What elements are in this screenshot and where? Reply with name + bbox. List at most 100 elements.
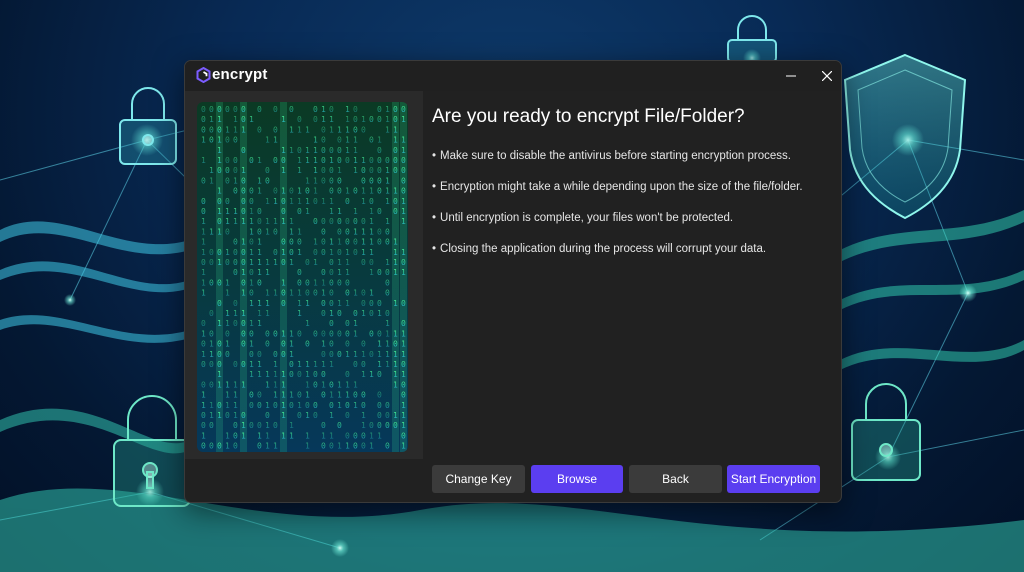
svg-text:1: 1 xyxy=(201,401,206,410)
svg-text:1: 1 xyxy=(393,187,398,196)
svg-text:1: 1 xyxy=(249,370,254,379)
svg-text:1: 1 xyxy=(217,258,222,267)
svg-text:1: 1 xyxy=(329,156,334,165)
svg-text:1: 1 xyxy=(305,299,310,308)
svg-text:1: 1 xyxy=(225,380,230,389)
svg-text:1: 1 xyxy=(385,350,390,359)
svg-text:1: 1 xyxy=(201,289,206,298)
svg-text:1: 1 xyxy=(313,238,318,247)
close-button[interactable] xyxy=(807,61,841,91)
svg-text:1: 1 xyxy=(225,217,230,226)
svg-text:1: 1 xyxy=(257,268,262,277)
svg-text:0: 0 xyxy=(393,146,398,155)
svg-text:0: 0 xyxy=(361,125,366,134)
encrypt-logo-icon xyxy=(196,67,211,83)
svg-text:1: 1 xyxy=(305,442,310,451)
svg-text:1: 1 xyxy=(385,105,390,114)
change-key-button[interactable]: Change Key xyxy=(432,465,525,493)
back-button[interactable]: Back xyxy=(629,465,722,493)
svg-text:1: 1 xyxy=(257,299,262,308)
svg-text:0: 0 xyxy=(369,115,374,124)
svg-text:0: 0 xyxy=(249,421,254,430)
svg-text:0: 0 xyxy=(321,125,326,134)
svg-text:1: 1 xyxy=(297,401,302,410)
svg-text:1: 1 xyxy=(281,278,286,287)
svg-text:1: 1 xyxy=(281,370,286,379)
svg-text:0: 0 xyxy=(297,238,302,247)
svg-text:0: 0 xyxy=(401,360,406,369)
svg-text:1: 1 xyxy=(337,258,342,267)
svg-text:1: 1 xyxy=(385,187,390,196)
svg-text:1: 1 xyxy=(273,370,278,379)
svg-text:1: 1 xyxy=(353,227,358,236)
svg-text:1: 1 xyxy=(233,115,238,124)
svg-text:0: 0 xyxy=(241,340,246,349)
svg-text:0: 0 xyxy=(353,115,358,124)
svg-text:1: 1 xyxy=(249,319,254,328)
minimize-button[interactable] xyxy=(771,61,811,91)
svg-text:0: 0 xyxy=(209,309,214,318)
svg-text:0: 0 xyxy=(377,391,382,400)
svg-text:1: 1 xyxy=(201,391,206,400)
svg-text:1: 1 xyxy=(281,411,286,420)
svg-text:0: 0 xyxy=(353,309,358,318)
svg-text:0: 0 xyxy=(401,166,406,175)
svg-text:0: 0 xyxy=(209,105,214,114)
svg-text:0: 0 xyxy=(385,268,390,277)
svg-text:1: 1 xyxy=(249,340,254,349)
svg-text:1: 1 xyxy=(313,360,318,369)
svg-text:1: 1 xyxy=(265,380,270,389)
svg-text:0: 0 xyxy=(393,197,398,206)
svg-text:1: 1 xyxy=(217,156,222,165)
svg-text:1: 1 xyxy=(337,401,342,410)
svg-text:0: 0 xyxy=(225,166,230,175)
browse-button[interactable]: Browse xyxy=(531,465,623,493)
svg-text:1: 1 xyxy=(321,360,326,369)
svg-text:0: 0 xyxy=(305,340,310,349)
svg-text:0: 0 xyxy=(297,278,302,287)
svg-text:1: 1 xyxy=(273,197,278,206)
svg-text:0: 0 xyxy=(201,380,206,389)
svg-text:0: 0 xyxy=(329,278,334,287)
svg-text:1: 1 xyxy=(265,258,270,267)
svg-text:1: 1 xyxy=(209,411,214,420)
svg-text:1: 1 xyxy=(241,380,246,389)
svg-text:0: 0 xyxy=(209,360,214,369)
svg-text:0: 0 xyxy=(305,278,310,287)
svg-text:0: 0 xyxy=(297,329,302,338)
svg-text:0: 0 xyxy=(257,105,262,114)
svg-text:1: 1 xyxy=(225,431,230,440)
svg-text:1: 1 xyxy=(305,146,310,155)
svg-text:1: 1 xyxy=(369,187,374,196)
svg-text:1: 1 xyxy=(321,278,326,287)
svg-text:1: 1 xyxy=(329,411,334,420)
svg-text:1: 1 xyxy=(313,258,318,267)
svg-text:0: 0 xyxy=(217,278,222,287)
svg-text:1: 1 xyxy=(249,360,254,369)
svg-text:1: 1 xyxy=(337,207,342,216)
start-encryption-button[interactable]: Start Encryption xyxy=(727,465,820,493)
svg-text:1: 1 xyxy=(337,268,342,277)
svg-text:0: 0 xyxy=(249,391,254,400)
svg-text:0: 0 xyxy=(289,248,294,257)
svg-text:0: 0 xyxy=(241,411,246,420)
title-bar[interactable]: encrypt xyxy=(185,61,841,91)
svg-text:1: 1 xyxy=(361,309,366,318)
svg-text:1: 1 xyxy=(305,391,310,400)
svg-text:1: 1 xyxy=(257,238,262,247)
svg-text:1: 1 xyxy=(257,360,262,369)
svg-text:1: 1 xyxy=(201,431,206,440)
svg-text:0: 0 xyxy=(313,197,318,206)
svg-text:1: 1 xyxy=(385,217,390,226)
svg-text:1: 1 xyxy=(209,176,214,185)
svg-text:0: 0 xyxy=(361,176,366,185)
svg-text:1: 1 xyxy=(225,340,230,349)
svg-text:1: 1 xyxy=(281,166,286,175)
svg-text:1: 1 xyxy=(393,299,398,308)
svg-text:1: 1 xyxy=(225,401,230,410)
svg-text:0: 0 xyxy=(289,401,294,410)
svg-text:1: 1 xyxy=(265,217,270,226)
instructions-list: Make sure to disable the antivirus befor… xyxy=(432,148,802,272)
svg-text:1: 1 xyxy=(225,289,230,298)
svg-text:1: 1 xyxy=(361,238,366,247)
